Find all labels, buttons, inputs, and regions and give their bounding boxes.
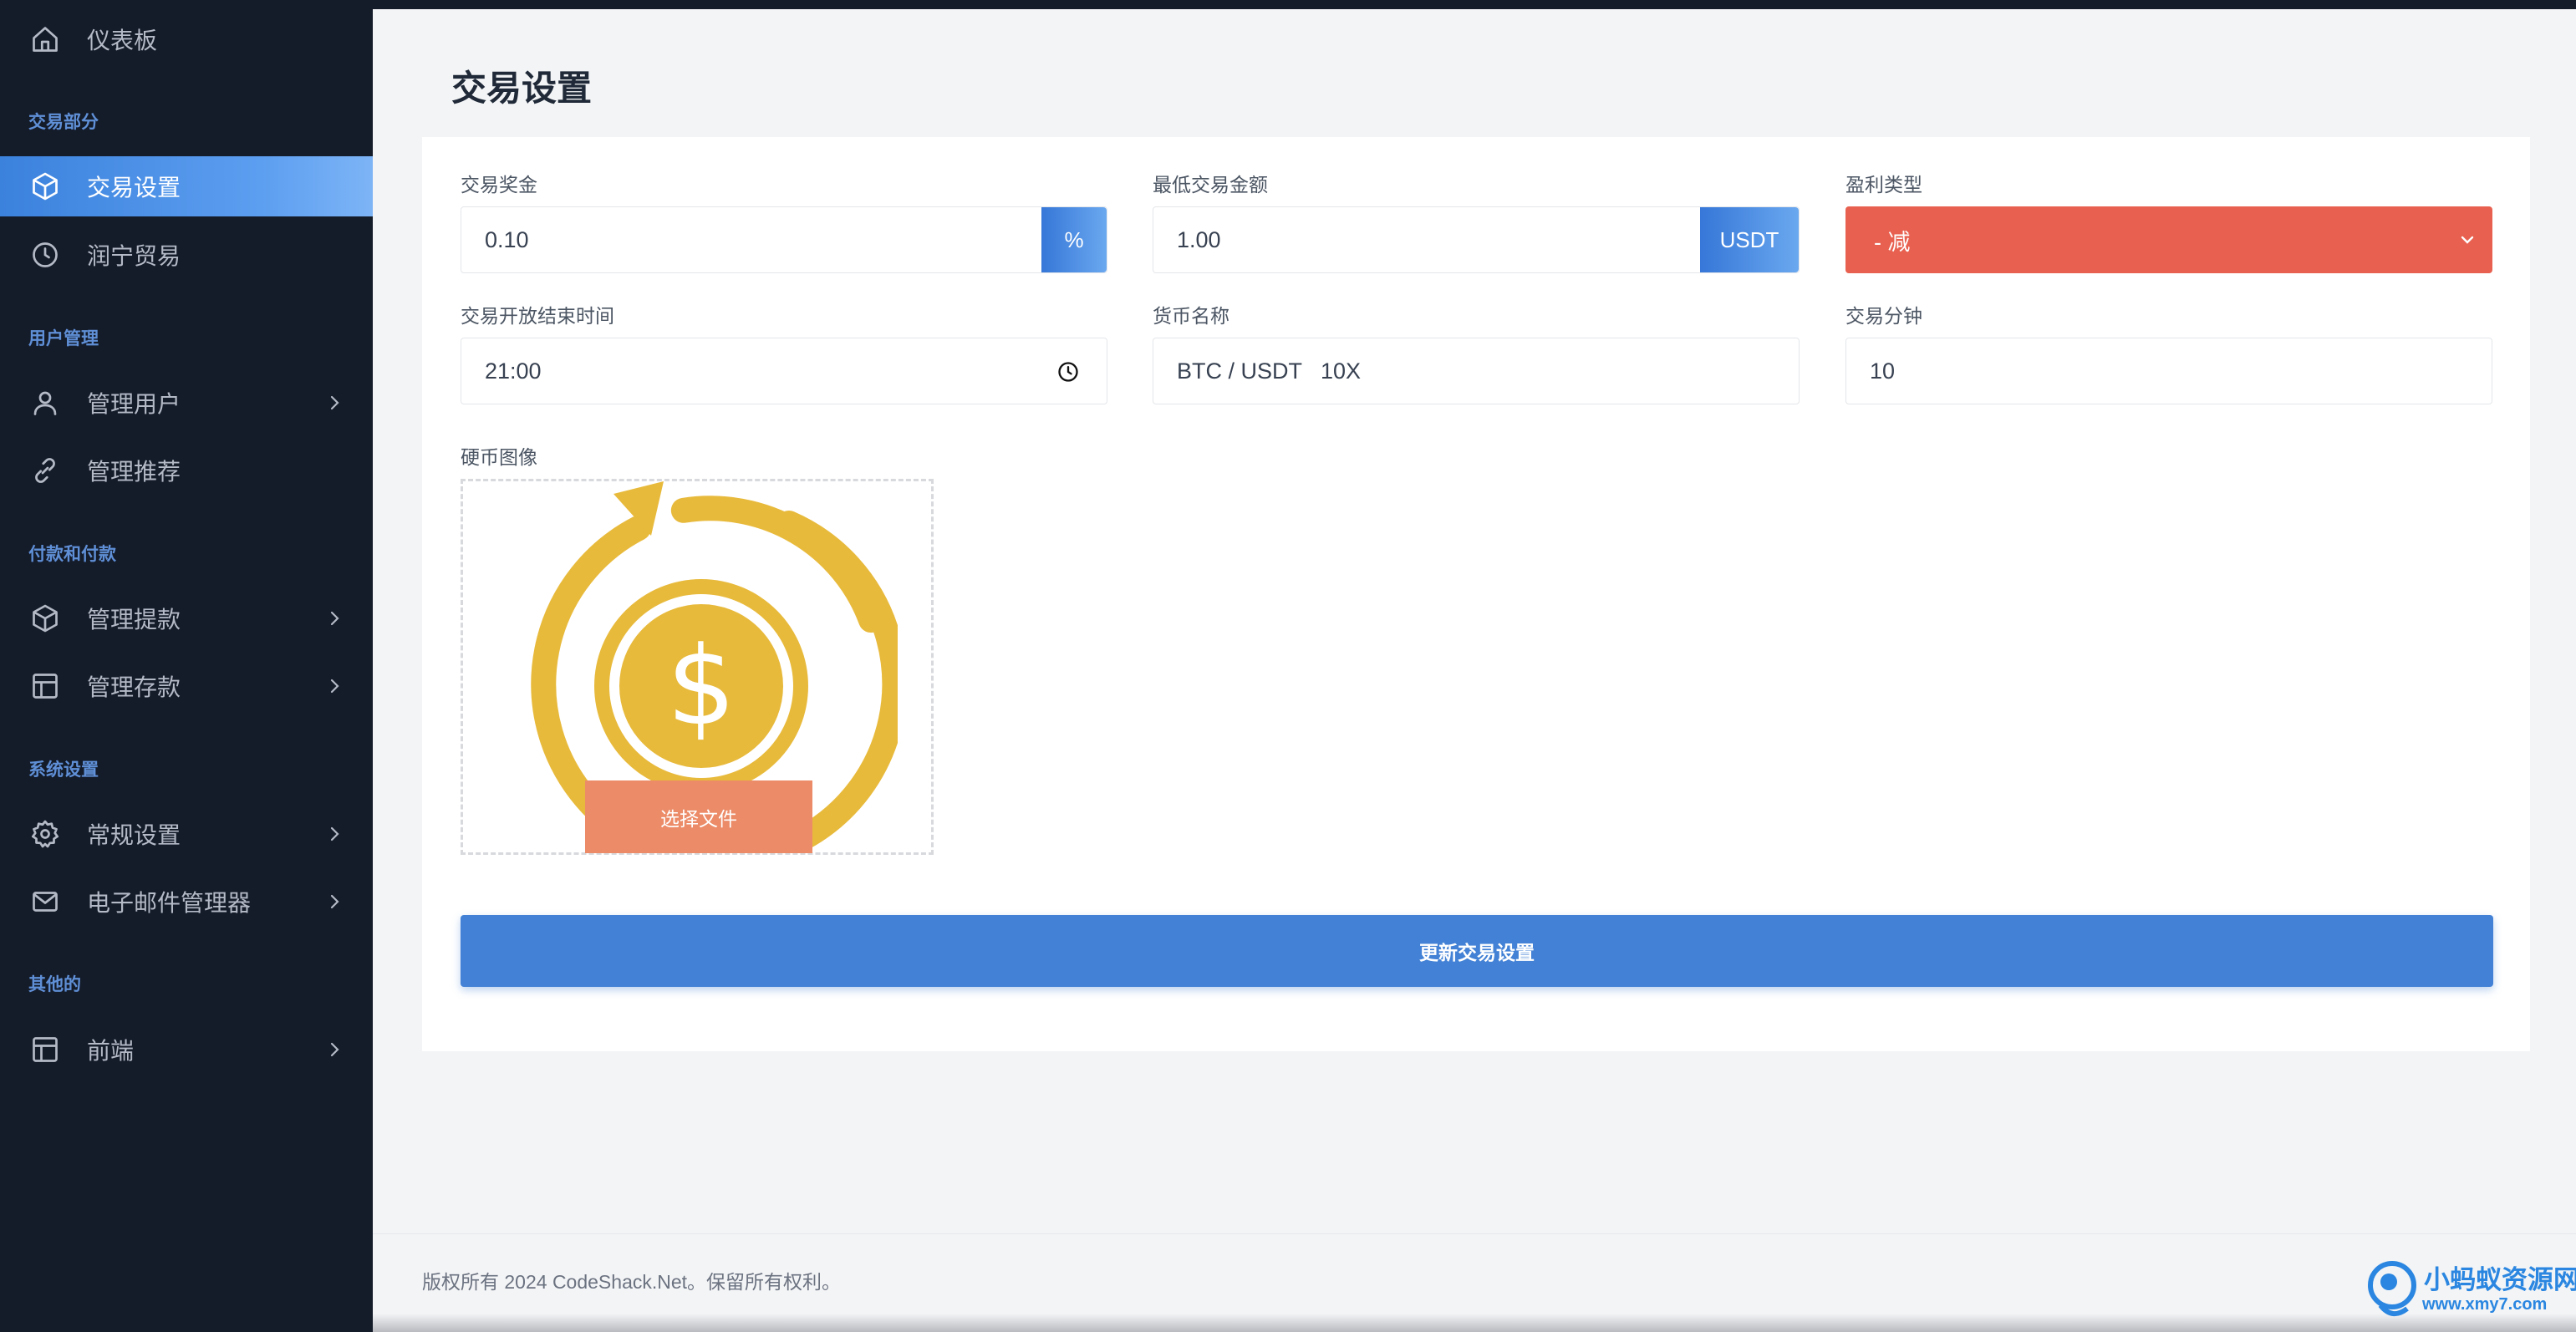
sidebar-item-label: 管理存款 (87, 674, 181, 700)
link-icon (28, 454, 62, 487)
coin-name-value: BTC / USDT 10X (1177, 358, 1362, 384)
footer-divider (373, 1233, 2576, 1234)
chevron-right-icon (330, 395, 339, 410)
watermark-title: 小蚂蚁资源网 (2424, 1265, 2576, 1294)
cube-icon (28, 170, 62, 203)
min-amount-label: 最低交易金额 (1153, 174, 1268, 196)
bonus-label: 交易奖金 (461, 174, 537, 196)
coin-image-upload[interactable]: $ 选择文件 (461, 479, 934, 855)
min-amount-value: 1.00 (1177, 226, 1221, 252)
home-icon (28, 23, 62, 56)
sidebar-item-trades[interactable]: 润宁贸易 (0, 225, 373, 285)
sidebar-item-label: 管理用户 (87, 391, 181, 417)
nav-section-system: 系统设置 (28, 760, 99, 780)
trade-minutes-value: 10 (1870, 358, 1896, 384)
sidebar: 仪表板 交易部分 交易设置 润宁贸易 用户管理 管理用户 管理推荐 付款和付款 … (0, 0, 373, 1332)
top-bar (373, 0, 2576, 9)
min-amount-input[interactable]: 1.00 USDT (1153, 206, 1800, 273)
profit-type-label: 盈利类型 (1845, 174, 1922, 196)
sidebar-item-label: 仪表板 (87, 28, 158, 53)
bonus-value: 0.10 (485, 226, 529, 252)
gear-icon (28, 817, 62, 851)
sidebar-item-label: 润宁贸易 (87, 243, 181, 269)
sidebar-item-label: 前端 (87, 1038, 135, 1064)
ant-logo-icon (2368, 1261, 2416, 1316)
coin-name-label: 货币名称 (1153, 305, 1229, 327)
sidebar-item-label: 管理推荐 (87, 459, 181, 485)
bottom-shade (373, 1314, 2576, 1332)
sidebar-item-dashboard[interactable]: 仪表板 (0, 9, 373, 69)
nav-section-trading: 交易部分 (28, 113, 99, 132)
sidebar-item-label: 电子邮件管理器 (87, 890, 252, 916)
svg-text:$: $ (667, 623, 736, 750)
chevron-right-icon (330, 611, 339, 626)
chevron-down-icon (2461, 236, 2474, 244)
coin-name-input[interactable]: BTC / USDT 10X (1153, 338, 1800, 404)
choose-file-button[interactable]: 选择文件 (585, 780, 812, 853)
bonus-input[interactable]: 0.10 % (461, 206, 1107, 273)
clock-icon[interactable] (1056, 360, 1080, 384)
trade-minutes-input[interactable]: 10 (1845, 338, 2492, 404)
layout-icon (28, 1033, 62, 1066)
cube-icon (28, 602, 62, 635)
profit-type-value: - 减 (1874, 229, 1911, 255)
sidebar-item-general-settings[interactable]: 常规设置 (0, 804, 373, 864)
watermark-url: www.xmy7.com (2422, 1295, 2548, 1314)
sidebar-item-email-manager[interactable]: 电子邮件管理器 (0, 872, 373, 932)
user-icon (28, 386, 62, 419)
nav-section-payments: 付款和付款 (28, 545, 116, 564)
profit-type-select[interactable]: - 减 (1845, 206, 2492, 273)
coin-image-label: 硬币图像 (461, 446, 537, 468)
sidebar-item-manage-referrals[interactable]: 管理推荐 (0, 440, 373, 501)
sidebar-item-manage-users[interactable]: 管理用户 (0, 373, 373, 433)
chevron-right-icon (330, 894, 339, 909)
chevron-right-icon (330, 826, 339, 841)
usdt-addon: USDT (1700, 207, 1799, 272)
sidebar-item-manage-deposits[interactable]: 管理存款 (0, 656, 373, 716)
sidebar-item-label: 常规设置 (87, 822, 181, 848)
footer-copyright: 版权所有 2024 CodeShack.Net。保留所有权利。 (422, 1271, 842, 1293)
page-title: 交易设置 (451, 69, 593, 108)
chevron-right-icon (330, 679, 339, 694)
watermark: 小蚂蚁资源网 www.xmy7.com (2364, 1257, 2576, 1320)
open-time-label: 交易开放结束时间 (461, 305, 614, 327)
nav-section-users: 用户管理 (28, 329, 99, 348)
sidebar-item-trade-settings[interactable]: 交易设置 (0, 156, 373, 216)
mail-icon (28, 885, 62, 918)
clock-icon (28, 238, 62, 272)
sidebar-item-label: 管理提款 (87, 607, 181, 633)
trade-minutes-label: 交易分钟 (1845, 305, 1922, 327)
nav-section-other: 其他的 (28, 975, 81, 994)
open-time-value: 21:00 (485, 358, 542, 384)
percent-addon: % (1041, 207, 1107, 272)
open-time-input[interactable]: 21:00 (461, 338, 1107, 404)
sidebar-item-frontend[interactable]: 前端 (0, 1019, 373, 1080)
sidebar-item-label: 交易设置 (87, 175, 181, 201)
chevron-right-icon (330, 1042, 339, 1057)
table-icon (28, 669, 62, 703)
update-settings-button[interactable]: 更新交易设置 (461, 915, 2493, 987)
sidebar-item-manage-withdrawals[interactable]: 管理提款 (0, 588, 373, 648)
